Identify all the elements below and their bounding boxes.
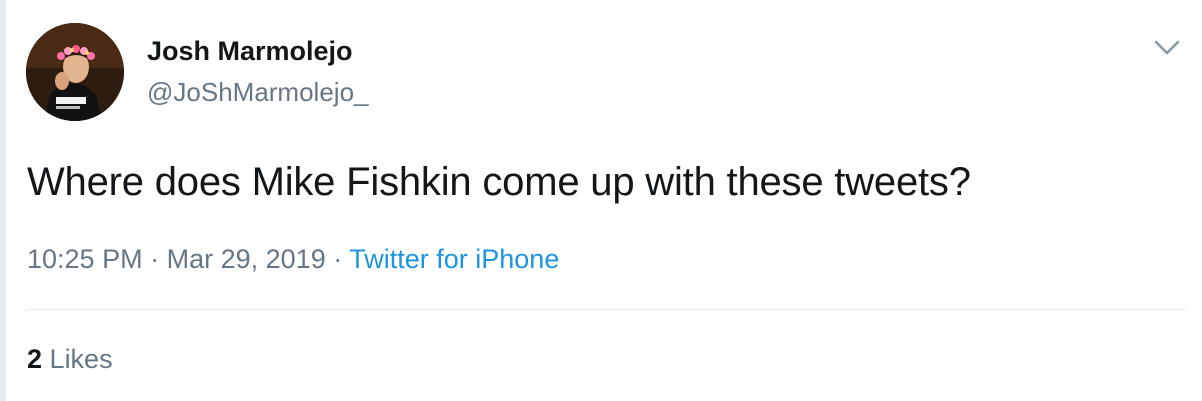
likes-stat[interactable]: 2 Likes xyxy=(27,344,113,375)
tweet-source-link[interactable]: Twitter for iPhone xyxy=(349,244,559,274)
likes-count: 2 xyxy=(27,344,43,374)
author-handle[interactable]: @JoShMarmolejo_ xyxy=(147,77,368,108)
meta-separator: · xyxy=(150,244,160,274)
meta-separator: · xyxy=(333,244,343,274)
avatar-image xyxy=(26,23,124,121)
tweet-time[interactable]: 10:25 PM xyxy=(27,244,143,274)
chevron-down-icon[interactable] xyxy=(1153,38,1181,58)
tweet-card: Josh Marmolejo @JoShMarmolejo_ Where doe… xyxy=(0,0,1202,401)
likes-label: Likes xyxy=(49,344,113,374)
divider xyxy=(27,309,1187,310)
tweet-text: Where does Mike Fishkin come up with the… xyxy=(27,160,971,204)
tweet-metadata: 10:25 PM · Mar 29, 2019 · Twitter for iP… xyxy=(27,244,559,275)
author-display-name[interactable]: Josh Marmolejo xyxy=(147,36,353,67)
avatar[interactable] xyxy=(26,23,124,121)
tweet-date[interactable]: Mar 29, 2019 xyxy=(167,244,326,274)
